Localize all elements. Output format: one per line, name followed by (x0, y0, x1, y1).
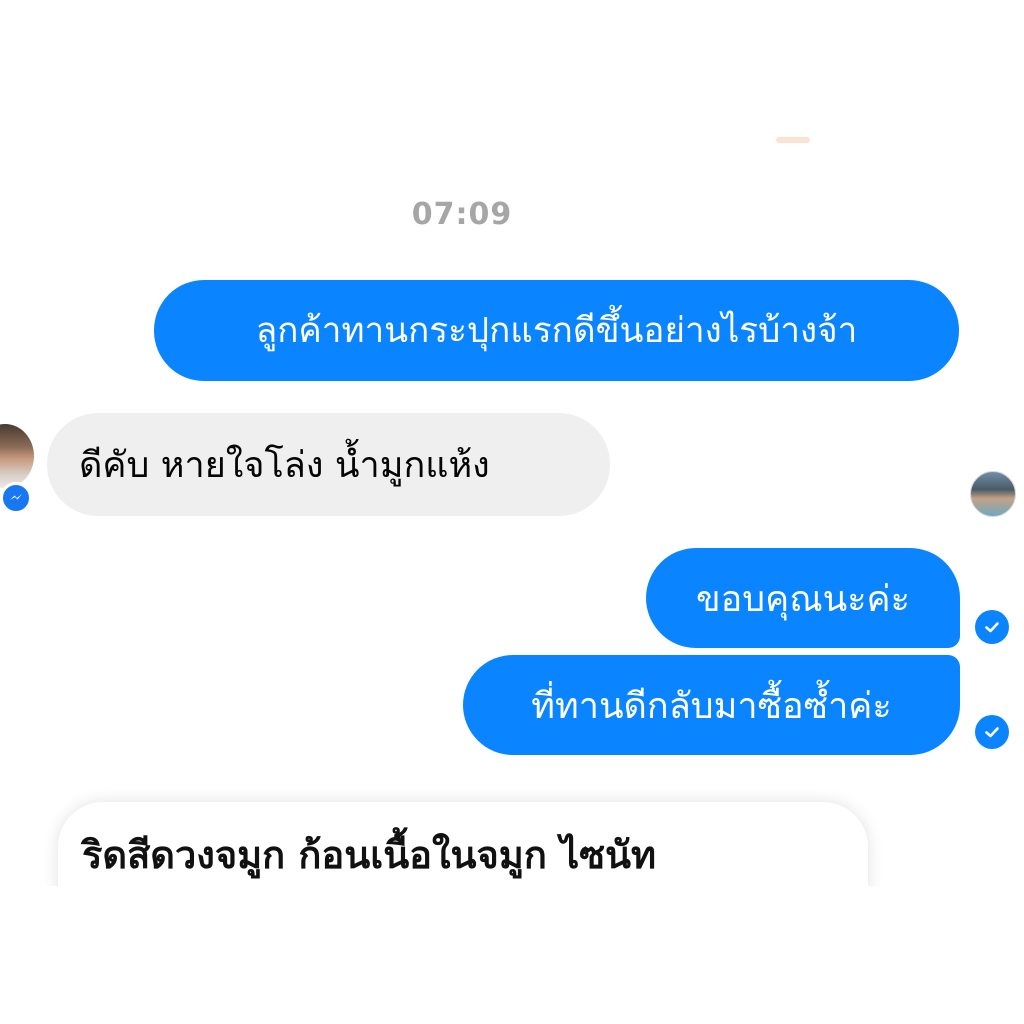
incoming-message-bubble[interactable]: ดีคับ หายใจโล่ง น้ำมูกแห้ง (47, 413, 610, 516)
outgoing-message-bubble[interactable]: ขอบคุณนะค่ะ (646, 548, 960, 648)
image-crop-edge (0, 886, 1024, 1024)
check-circle-icon (975, 610, 1009, 644)
contact-avatar[interactable] (0, 424, 34, 488)
messenger-icon (0, 482, 32, 514)
outgoing-message-bubble[interactable]: ลูกค้าทานกระปุกแรกดีขึ้นอย่างไรบ้างจ้า (154, 280, 959, 381)
image-artifact (776, 137, 810, 143)
message-timestamp: 07:09 (411, 197, 513, 232)
chat-screen: 07:09 ลูกค้าทานกระปุกแรกดีขึ้นอย่างไรบ้า… (0, 0, 1024, 1024)
check-circle-icon (975, 715, 1009, 749)
seen-avatar (970, 471, 1016, 517)
outgoing-message-bubble[interactable]: ที่ทานดีกลับมาซื้อซ้ำค่ะ (463, 655, 960, 755)
caption-text: ริดสีดวงจมูก ก้อนเนื้อในจมูก ไซนัท (82, 833, 657, 877)
